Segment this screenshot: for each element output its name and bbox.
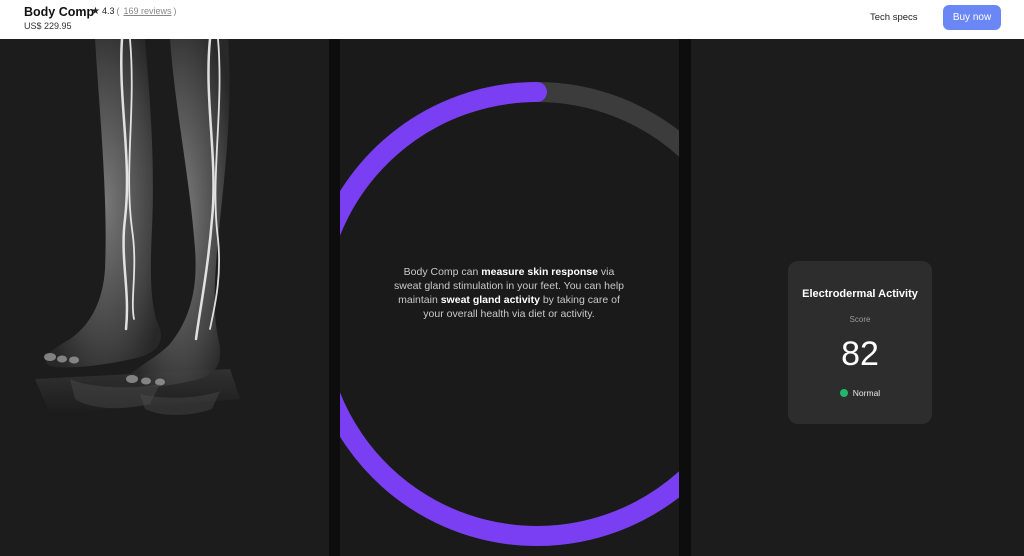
desc-text-1: Body Comp can bbox=[403, 266, 482, 278]
panel-divider bbox=[679, 39, 691, 556]
price: US$ 229.95 bbox=[24, 21, 72, 31]
score-panel: Electrodermal Activity Score 82 Normal bbox=[691, 39, 1024, 556]
reviews-link[interactable]: 169 reviews bbox=[123, 6, 171, 16]
tech-specs-link[interactable]: Tech specs bbox=[870, 12, 918, 23]
star-icon: ★ bbox=[91, 6, 100, 17]
paren-close: ) bbox=[173, 6, 177, 16]
product-title: Body Comp bbox=[24, 5, 95, 19]
score-card: Electrodermal Activity Score 82 Normal bbox=[788, 261, 932, 424]
desc-bold-2: sweat gland activity bbox=[440, 294, 540, 306]
status-row: Normal bbox=[788, 388, 932, 398]
score-value: 82 bbox=[841, 335, 879, 373]
ring-panel: Body Comp can measure skin response via … bbox=[340, 39, 679, 556]
card-subtitle: Score bbox=[849, 315, 871, 324]
feet-illustration-panel bbox=[0, 39, 329, 556]
panel-divider bbox=[329, 39, 340, 556]
desc-bold-1: measure skin response bbox=[481, 266, 598, 278]
ring-description: Body Comp can measure skin response via … bbox=[390, 265, 628, 321]
buy-now-button[interactable]: Buy now bbox=[943, 5, 1001, 30]
rating-value: 4.3 bbox=[101, 6, 115, 16]
status-dot-icon bbox=[839, 389, 848, 397]
paren-open: ( bbox=[116, 6, 120, 16]
card-title: Electrodermal Activity bbox=[802, 288, 918, 300]
top-bar: Body Comp ★ 4.3 (169 reviews) US$ 229.95… bbox=[0, 0, 1024, 39]
feet-illustration bbox=[35, 39, 240, 415]
rating: ★ 4.3 (169 reviews) bbox=[91, 6, 177, 17]
status-label: Normal bbox=[852, 388, 881, 398]
